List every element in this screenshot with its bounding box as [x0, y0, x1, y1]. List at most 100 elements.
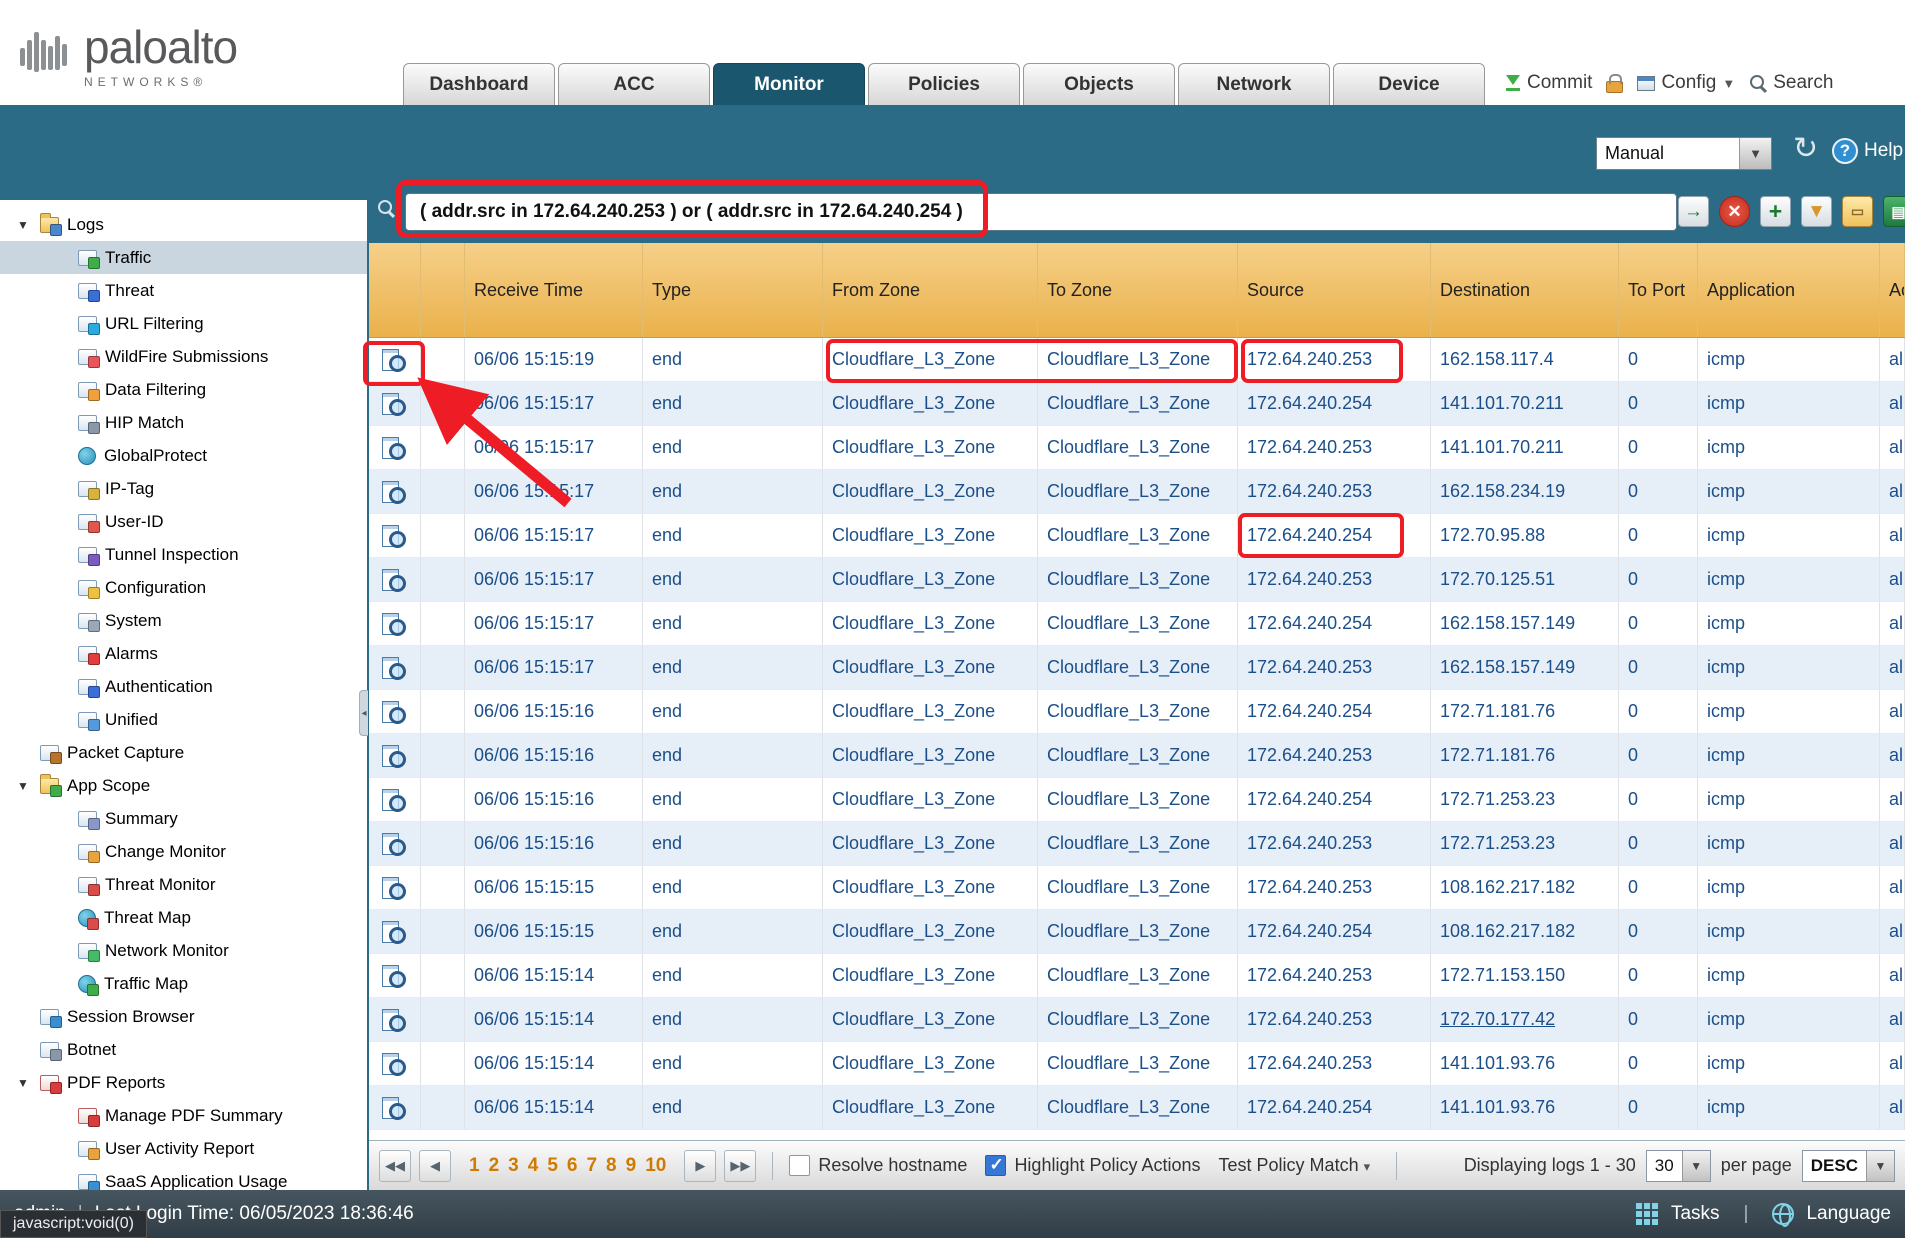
next-page-button[interactable]: ▶ — [684, 1150, 716, 1182]
column-header[interactable]: To Port — [1619, 243, 1698, 337]
column-header[interactable]: To Zone — [1038, 243, 1238, 337]
load-filter-button[interactable]: ▭ — [1842, 196, 1873, 227]
sidebar-item[interactable]: System — [0, 604, 367, 637]
config-menu[interactable]: Config ▼ — [1637, 72, 1735, 94]
table-row[interactable]: 06/06 15:15:16 end Cloudflare_L3_Zone Cl… — [369, 778, 1905, 822]
page-number[interactable]: 1 — [469, 1155, 480, 1177]
refresh-mode-select[interactable]: Manual ▼ — [1596, 137, 1772, 170]
column-header[interactable] — [369, 243, 421, 337]
log-filter-input[interactable] — [405, 193, 1677, 231]
sidebar-item[interactable]: User-ID — [0, 505, 367, 538]
column-header[interactable] — [421, 243, 465, 337]
table-row[interactable]: 06/06 15:15:16 end Cloudflare_L3_Zone Cl… — [369, 822, 1905, 866]
log-detail-icon[interactable] — [382, 744, 406, 768]
page-number[interactable]: 5 — [547, 1155, 558, 1177]
page-number[interactable]: 7 — [586, 1155, 597, 1177]
nav-tab[interactable]: Objects — [1023, 63, 1175, 105]
sidebar-collapse-handle[interactable]: ◂ — [359, 690, 368, 736]
sidebar-item[interactable]: ▼ Logs — [0, 208, 367, 241]
commit-button[interactable]: Commit — [1505, 72, 1592, 94]
sidebar-item[interactable]: ▼ App Scope — [0, 769, 367, 802]
page-number[interactable]: 6 — [567, 1155, 578, 1177]
table-row[interactable]: 06/06 15:15:19 end Cloudflare_L3_Zone Cl… — [369, 338, 1905, 382]
sidebar-item[interactable]: User Activity Report — [0, 1132, 367, 1165]
table-row[interactable]: 06/06 15:15:17 end Cloudflare_L3_Zone Cl… — [369, 382, 1905, 426]
page-number[interactable]: 3 — [508, 1155, 519, 1177]
sidebar-item[interactable]: Traffic — [0, 241, 367, 274]
per-page-select[interactable]: 30 ▼ — [1646, 1150, 1711, 1182]
column-header[interactable]: Source — [1238, 243, 1431, 337]
log-detail-icon[interactable] — [382, 612, 406, 636]
table-row[interactable]: 06/06 15:15:17 end Cloudflare_L3_Zone Cl… — [369, 558, 1905, 602]
column-header[interactable]: Type — [643, 243, 823, 337]
sidebar-item[interactable]: Alarms — [0, 637, 367, 670]
table-row[interactable]: 06/06 15:15:17 end Cloudflare_L3_Zone Cl… — [369, 646, 1905, 690]
sidebar-item[interactable]: SaaS Application Usage — [0, 1165, 367, 1191]
sidebar-item[interactable]: Unified — [0, 703, 367, 736]
log-detail-icon[interactable] — [382, 656, 406, 680]
page-number[interactable]: 4 — [528, 1155, 539, 1177]
highlight-policy-checkbox[interactable] — [985, 1155, 1006, 1176]
chevron-down-icon[interactable]: ▼ — [1866, 1151, 1894, 1181]
table-row[interactable]: 06/06 15:15:16 end Cloudflare_L3_Zone Cl… — [369, 734, 1905, 778]
log-detail-icon[interactable] — [382, 436, 406, 460]
log-detail-icon[interactable] — [382, 876, 406, 900]
log-detail-icon[interactable] — [382, 1008, 406, 1032]
table-row[interactable]: 06/06 15:15:15 end Cloudflare_L3_Zone Cl… — [369, 910, 1905, 954]
table-row[interactable]: 06/06 15:15:17 end Cloudflare_L3_Zone Cl… — [369, 514, 1905, 558]
sidebar-item[interactable]: Data Filtering — [0, 373, 367, 406]
chevron-down-icon[interactable]: ▼ — [1682, 1151, 1710, 1181]
sidebar-item[interactable]: Tunnel Inspection — [0, 538, 367, 571]
log-detail-icon[interactable] — [382, 964, 406, 988]
tasks-button[interactable]: Tasks — [1671, 1203, 1720, 1225]
add-filter-button[interactable]: + — [1760, 196, 1791, 227]
log-detail-icon[interactable] — [382, 568, 406, 592]
sidebar-item[interactable]: Manage PDF Summary — [0, 1099, 367, 1132]
page-number[interactable]: 9 — [626, 1155, 637, 1177]
resolve-hostname-checkbox[interactable] — [789, 1155, 810, 1176]
sidebar-item[interactable]: IP-Tag — [0, 472, 367, 505]
page-number[interactable]: 8 — [606, 1155, 617, 1177]
test-policy-match-button[interactable]: Test Policy Match ▾ — [1219, 1155, 1371, 1176]
sidebar-item[interactable]: Threat Map — [0, 901, 367, 934]
page-number[interactable]: 10 — [645, 1155, 666, 1177]
sidebar-item[interactable]: HIP Match — [0, 406, 367, 439]
log-detail-icon[interactable] — [382, 480, 406, 504]
table-row[interactable]: 06/06 15:15:16 end Cloudflare_L3_Zone Cl… — [369, 690, 1905, 734]
expand-icon[interactable]: ▼ — [14, 1076, 32, 1090]
log-detail-icon[interactable] — [382, 788, 406, 812]
column-header[interactable]: Receive Time — [465, 243, 643, 337]
nav-tab[interactable]: ACC — [558, 63, 710, 105]
sidebar-item[interactable]: Configuration — [0, 571, 367, 604]
sidebar-item[interactable]: Session Browser — [0, 1000, 367, 1033]
table-row[interactable]: 06/06 15:15:15 end Cloudflare_L3_Zone Cl… — [369, 866, 1905, 910]
nav-tab[interactable]: Network — [1178, 63, 1330, 105]
refresh-icon[interactable]: ↻ — [1793, 134, 1818, 164]
sort-order-select[interactable]: DESC ▼ — [1802, 1150, 1895, 1182]
first-page-button[interactable]: ◀◀ — [379, 1150, 411, 1182]
log-detail-icon[interactable] — [382, 524, 406, 548]
sidebar-item[interactable]: Change Monitor — [0, 835, 367, 868]
sidebar-item[interactable]: Traffic Map — [0, 967, 367, 1000]
log-detail-icon[interactable] — [382, 348, 406, 372]
nav-tab[interactable]: Dashboard — [403, 63, 555, 105]
table-row[interactable]: 06/06 15:15:14 end Cloudflare_L3_Zone Cl… — [369, 1042, 1905, 1086]
sidebar-item[interactable]: Packet Capture — [0, 736, 367, 769]
nav-tab[interactable]: Device — [1333, 63, 1485, 105]
column-header[interactable]: Destination — [1431, 243, 1619, 337]
nav-tab[interactable]: Policies — [868, 63, 1020, 105]
saved-filters-button[interactable]: ▼ — [1801, 196, 1832, 227]
page-number[interactable]: 2 — [489, 1155, 500, 1177]
sidebar-item[interactable]: Botnet — [0, 1033, 367, 1066]
log-detail-icon[interactable] — [382, 1096, 406, 1120]
column-header[interactable]: Application — [1698, 243, 1880, 337]
log-detail-icon[interactable] — [382, 920, 406, 944]
lock-icon[interactable] — [1606, 81, 1623, 93]
expand-icon[interactable]: ▼ — [14, 218, 32, 232]
table-row[interactable]: 06/06 15:15:14 end Cloudflare_L3_Zone Cl… — [369, 998, 1905, 1042]
table-row[interactable]: 06/06 15:15:14 end Cloudflare_L3_Zone Cl… — [369, 1086, 1905, 1130]
column-header[interactable]: Action — [1880, 243, 1905, 337]
prev-page-button[interactable]: ◀ — [419, 1150, 451, 1182]
table-row[interactable]: 06/06 15:15:17 end Cloudflare_L3_Zone Cl… — [369, 426, 1905, 470]
sidebar-item[interactable]: WildFire Submissions — [0, 340, 367, 373]
